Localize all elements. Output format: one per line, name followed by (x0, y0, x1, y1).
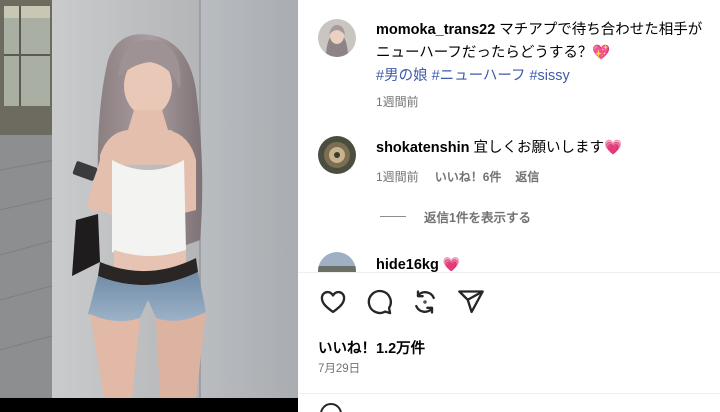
view-replies-button[interactable]: 返信1件を表示する (380, 207, 531, 226)
reply-button[interactable]: 返信 (515, 170, 539, 184)
action-bar (318, 287, 502, 317)
emoji-icon[interactable] (320, 403, 342, 412)
comments-scroll-area[interactable]: momoka_trans22 マチアプで待ち合わせた相手がニューハーフだったらどう… (298, 0, 720, 272)
commenter-avatar[interactable] (318, 252, 356, 272)
post-time: 1週間前 (376, 95, 419, 109)
actions-divider (298, 272, 720, 273)
photo-illustration (0, 0, 298, 398)
owner-avatar[interactable] (318, 19, 356, 57)
send-icon[interactable] (456, 287, 486, 317)
comment-input-divider (298, 393, 720, 394)
commenter-username[interactable]: hide16kg (376, 257, 439, 272)
commenter-username[interactable]: shokatenshin (376, 140, 469, 156)
likes-count[interactable]: いいね！1.2万件 (318, 337, 425, 358)
comment-text: 宜しくお願いします💗 (473, 140, 623, 156)
heart-icon[interactable] (318, 287, 348, 317)
comment-text: 💗 (442, 256, 461, 272)
comment-item: hide16kg 💗 (376, 254, 460, 272)
comment-time: 1週間前 (376, 170, 419, 184)
repost-icon[interactable] (410, 287, 440, 317)
hashtag-list: #男の娘 #ニューハーフ #sissy (376, 65, 716, 88)
commenter-avatar[interactable] (318, 136, 356, 174)
comment-icon[interactable] (364, 287, 394, 317)
photo-bottom-bar (0, 398, 298, 412)
owner-username[interactable]: momoka_trans22 (376, 22, 495, 38)
hashtag-link[interactable]: #sissy (529, 68, 569, 84)
post-detail-panel: momoka_trans22 マチアプで待ち合わせた相手がニューハーフだったらどう… (298, 0, 720, 412)
hashtag-link[interactable]: #男の娘 (376, 68, 428, 84)
comment-item: shokatenshin 宜しくお願いします💗 (376, 138, 622, 158)
post-caption: momoka_trans22 マチアプで待ち合わせた相手がニューハーフだったらどう… (376, 19, 716, 88)
comment-meta: 1週間前 いいね！6件 返信 (376, 168, 553, 185)
replies-divider (380, 216, 406, 217)
hashtag-link[interactable]: #ニューハーフ (432, 68, 526, 84)
post-date: 7月29日 (318, 363, 361, 375)
view-replies-label: 返信1件を表示する (424, 211, 531, 225)
post-photo[interactable] (0, 0, 298, 398)
comment-likes[interactable]: いいね！6件 (435, 170, 502, 184)
